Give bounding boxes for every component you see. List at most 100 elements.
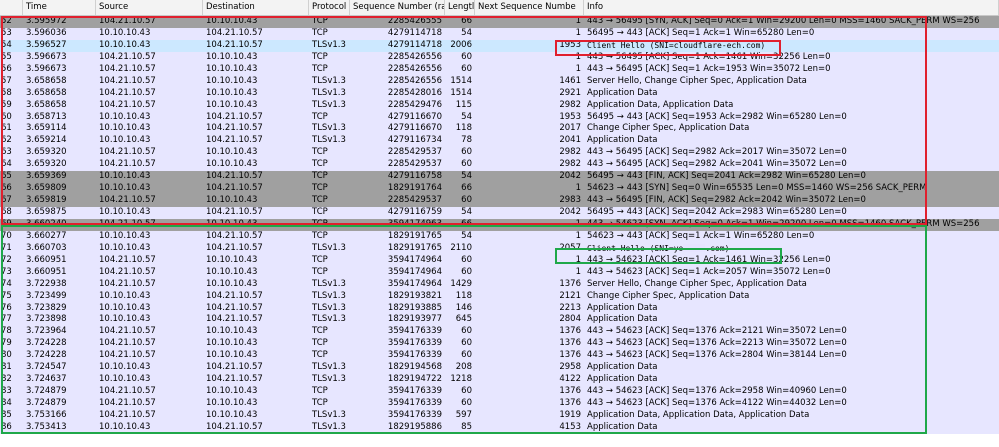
info-cell: Application Data — [584, 422, 999, 434]
table-row[interactable]: 66 3.659809 10.10.10.43 104.21.10.57 TCP 1829… — [0, 183, 999, 196]
table-row[interactable]: 55 3.596673 104.21.10.57 10.10.10.43 TCP 2285… — [0, 51, 999, 64]
table-row[interactable]: 63 3.659320 104.21.10.57 10.10.10.43 TCP 2285… — [0, 147, 999, 160]
destination-cell: 104.21.10.57 — [206, 302, 263, 313]
destination-cell: 10.10.10.43 — [206, 147, 258, 158]
table-row[interactable]: 70 3.660277 10.10.10.43 104.21.10.57 TCP 1829… — [0, 230, 999, 243]
sequence-number-cell: 1829193885 — [387, 302, 442, 313]
table-row[interactable]: 82 3.724637 10.10.10.43 104.21.10.57 TLSv1.3… — [0, 374, 999, 387]
table-row[interactable]: 78 3.723964 104.21.10.57 10.10.10.43 TCP 3594… — [0, 326, 999, 339]
time-cell: 3.660240 — [26, 218, 67, 229]
length-cell: 1514 — [450, 87, 472, 98]
table-row[interactable]: 68 3.659875 10.10.10.43 104.21.10.57 TCP 4279… — [0, 207, 999, 219]
table-row[interactable]: 54 3.596527 10.10.10.43 104.21.10.57 TLSv1.3… — [0, 39, 999, 52]
column-header-sequence-number[interactable]: Sequence Number (raw) — [350, 0, 445, 15]
table-row[interactable]: 76 3.723829 10.10.10.43 104.21.10.57 TLSv1.3… — [0, 302, 999, 315]
column-header-length[interactable]: Lengtl — [445, 0, 475, 15]
column-header-info[interactable]: Info — [584, 0, 999, 15]
column-header-source[interactable]: Source — [96, 0, 203, 15]
column-header-next-sequence-number[interactable]: Next Sequence Numbe — [475, 0, 584, 15]
destination-cell: 104.21.10.57 — [206, 290, 263, 301]
destination-cell: 104.21.10.57 — [206, 207, 263, 217]
info-cell: 443 → 54623 [ACK] Seq=1376 Ack=2213 Win=… — [584, 338, 999, 350]
length-cell: 54 — [461, 171, 472, 182]
protocol-cell: TCP — [312, 171, 328, 182]
table-row[interactable]: 75 3.723499 10.10.10.43 104.21.10.57 TLSv1.3… — [0, 290, 999, 303]
info-text-suffix: .com) — [705, 243, 730, 253]
table-row[interactable]: 52 3.595972 104.21.10.57 10.10.10.43 TCP 2285… — [0, 16, 999, 28]
next-sequence-number-cell: 2982 — [559, 99, 581, 110]
info-text: 56495 → 443 [ACK] Seq=2042 Ack=2983 Win=… — [587, 207, 847, 217]
sequence-number-cell: 2285426556 — [387, 63, 442, 74]
table-row[interactable]: 81 3.724547 10.10.10.43 104.21.10.57 TLSv1.3… — [0, 362, 999, 375]
time-cell: 3.595972 — [26, 16, 67, 26]
table-row[interactable]: 59 3.658658 104.21.10.57 10.10.10.43 TLSv1.3… — [0, 99, 999, 112]
table-row[interactable]: 80 3.724228 104.21.10.57 10.10.10.43 TCP 3594… — [0, 350, 999, 363]
time-cell: 3.659369 — [26, 171, 67, 182]
source-cell: 10.10.10.43 — [99, 123, 151, 134]
table-row[interactable]: 72 3.660951 104.21.10.57 10.10.10.43 TCP 3594… — [0, 254, 999, 267]
protocol-cell: TLSv1.3 — [312, 374, 346, 385]
sequence-number-cell: 3594174963 — [387, 218, 442, 229]
protocol-cell: TLSv1.3 — [312, 242, 346, 253]
protocol-cell: TLSv1.3 — [312, 421, 346, 432]
table-row[interactable]: 65 3.659369 10.10.10.43 104.21.10.57 TCP 4279… — [0, 171, 999, 184]
info-text: 443 → 56495 [SYN, ACK] Seq=0 Ack=1 Win=2… — [587, 16, 980, 26]
table-row[interactable]: 77 3.723898 10.10.10.43 104.21.10.57 TLSv1.3… — [0, 314, 999, 327]
table-row[interactable]: 62 3.659214 10.10.10.43 104.21.10.57 TLSv1.3… — [0, 135, 999, 148]
destination-cell: 10.10.10.43 — [206, 254, 258, 265]
table-row[interactable]: 79 3.724228 104.21.10.57 10.10.10.43 TCP 3594… — [0, 338, 999, 351]
protocol-cell: TCP — [312, 27, 328, 38]
table-row[interactable]: 74 3.722938 104.21.10.57 10.10.10.43 TLSv1.3… — [0, 278, 999, 291]
next-sequence-number-cell: 2017 — [559, 123, 581, 134]
table-row[interactable]: 69 3.660240 104.21.10.57 10.10.10.43 TCP 3594… — [0, 218, 999, 231]
time-cell: 3.596673 — [26, 51, 67, 62]
time-cell: 3.659875 — [26, 207, 67, 217]
table-row[interactable]: 60 3.658713 10.10.10.43 104.21.10.57 TCP 4279… — [0, 111, 999, 124]
source-cell: 104.21.10.57 — [99, 63, 156, 74]
time-cell: 3.753413 — [26, 421, 67, 432]
source-cell: 104.21.10.57 — [99, 350, 156, 361]
length-cell: 60 — [461, 63, 472, 74]
source-cell: 10.10.10.43 — [99, 290, 151, 301]
table-row[interactable]: 58 3.658658 104.21.10.57 10.10.10.43 TLSv1.3… — [0, 87, 999, 100]
sequence-number-cell: 1829191765 — [387, 242, 442, 253]
packet-list: 52 3.595972 104.21.10.57 10.10.10.43 TCP 2285… — [0, 16, 999, 434]
packet-number-cell: 55 — [1, 51, 12, 62]
time-cell: 3.724547 — [26, 362, 67, 373]
length-cell: 54 — [461, 230, 472, 241]
info-text: 443 → 54623 [ACK] Seq=1376 Ack=4122 Win=… — [587, 398, 847, 408]
destination-cell: 10.10.10.43 — [206, 16, 258, 26]
packet-number-cell: 79 — [1, 338, 12, 349]
table-row[interactable]: 57 3.658658 104.21.10.57 10.10.10.43 TLSv1.3… — [0, 75, 999, 88]
info-text: 56495 → 443 [ACK] Seq=1953 Ack=2982 Win=… — [587, 111, 847, 122]
info-text: Application Data — [587, 314, 658, 325]
info-text: Application Data — [587, 302, 658, 313]
info-text: 443 → 54623 [ACK] Seq=1376 Ack=2958 Win=… — [587, 386, 847, 397]
packet-number-cell: 72 — [1, 254, 12, 265]
column-header-no[interactable] — [0, 0, 23, 15]
info-text: Client Hello (SNI=yo — [587, 243, 684, 253]
table-row[interactable]: 83 3.724879 104.21.10.57 10.10.10.43 TCP 3594… — [0, 386, 999, 398]
info-text: 443 → 56495 [ACK] Seq=1 Ack=1461 Win=322… — [587, 51, 831, 62]
table-row[interactable]: 56 3.596673 104.21.10.57 10.10.10.43 TCP 2285… — [0, 63, 999, 76]
table-row[interactable]: 84 3.724879 104.21.10.57 10.10.10.43 TCP 3594… — [0, 398, 999, 410]
table-row[interactable]: 53 3.596036 10.10.10.43 104.21.10.57 TCP 4279… — [0, 27, 999, 40]
column-header-protocol[interactable]: Protocol — [309, 0, 350, 15]
table-row[interactable]: 73 3.660951 104.21.10.57 10.10.10.43 TCP 3594… — [0, 266, 999, 279]
info-cell: Application Data — [584, 374, 999, 386]
next-sequence-number-cell: 1376 — [559, 398, 581, 408]
column-header-time[interactable]: Time — [23, 0, 96, 15]
protocol-cell: TCP — [312, 218, 328, 229]
table-row[interactable]: 61 3.659114 10.10.10.43 104.21.10.57 TLSv1.3… — [0, 123, 999, 136]
column-header-destination[interactable]: Destination — [203, 0, 309, 15]
info-text: 443 → 56495 [ACK] Seq=2982 Ack=2041 Win=… — [587, 159, 847, 170]
table-row[interactable]: 71 3.660703 10.10.10.43 104.21.10.57 TLSv1.3… — [0, 242, 999, 255]
destination-cell: 104.21.10.57 — [206, 27, 263, 38]
table-row[interactable]: 85 3.753166 104.21.10.57 10.10.10.43 TLSv1.3… — [0, 409, 999, 422]
info-cell: Client Hello (SNI=yo .com) — [584, 243, 999, 255]
packet-number-cell: 59 — [1, 99, 12, 110]
length-cell: 118 — [455, 123, 472, 134]
table-row[interactable]: 86 3.753413 10.10.10.43 104.21.10.57 TLSv1.3… — [0, 421, 999, 434]
table-row[interactable]: 67 3.659819 104.21.10.57 10.10.10.43 TCP 2285… — [0, 195, 999, 207]
table-row[interactable]: 64 3.659320 104.21.10.57 10.10.10.43 TCP 2285… — [0, 159, 999, 172]
